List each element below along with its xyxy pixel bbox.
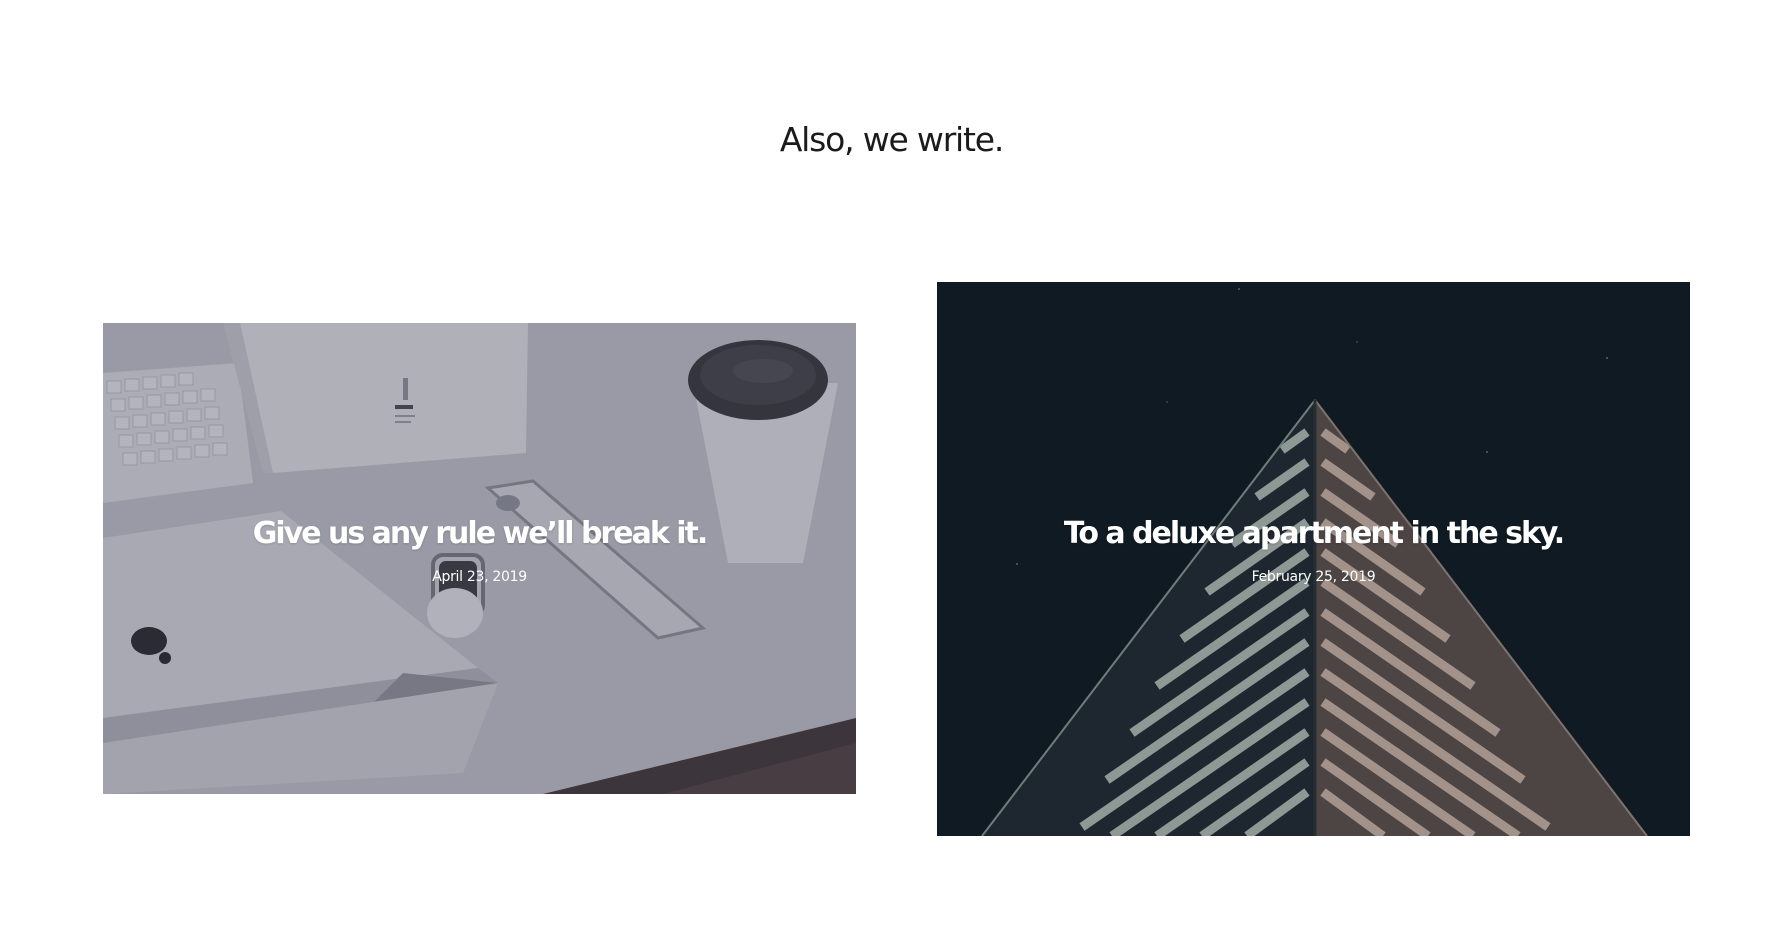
- post-card-apartment[interactable]: To a deluxe apartment in the sky. Februa…: [937, 282, 1690, 836]
- post-date: April 23, 2019: [432, 569, 527, 585]
- post-title[interactable]: Give us any rule we’ll break it.: [103, 514, 856, 554]
- section-title: Also, we write.: [779, 120, 1005, 159]
- post-title[interactable]: To a deluxe apartment in the sky.: [937, 514, 1690, 554]
- post-date: February 25, 2019: [1251, 569, 1376, 585]
- post-overlay: Give us any rule we’ll break it. April 2…: [103, 514, 856, 586]
- post-card-rule[interactable]: Give us any rule we’ll break it. April 2…: [103, 323, 856, 794]
- post-overlay: To a deluxe apartment in the sky. Februa…: [937, 514, 1690, 586]
- blog-section: Also, we write. Give us any rule we’ll b…: [0, 0, 1783, 951]
